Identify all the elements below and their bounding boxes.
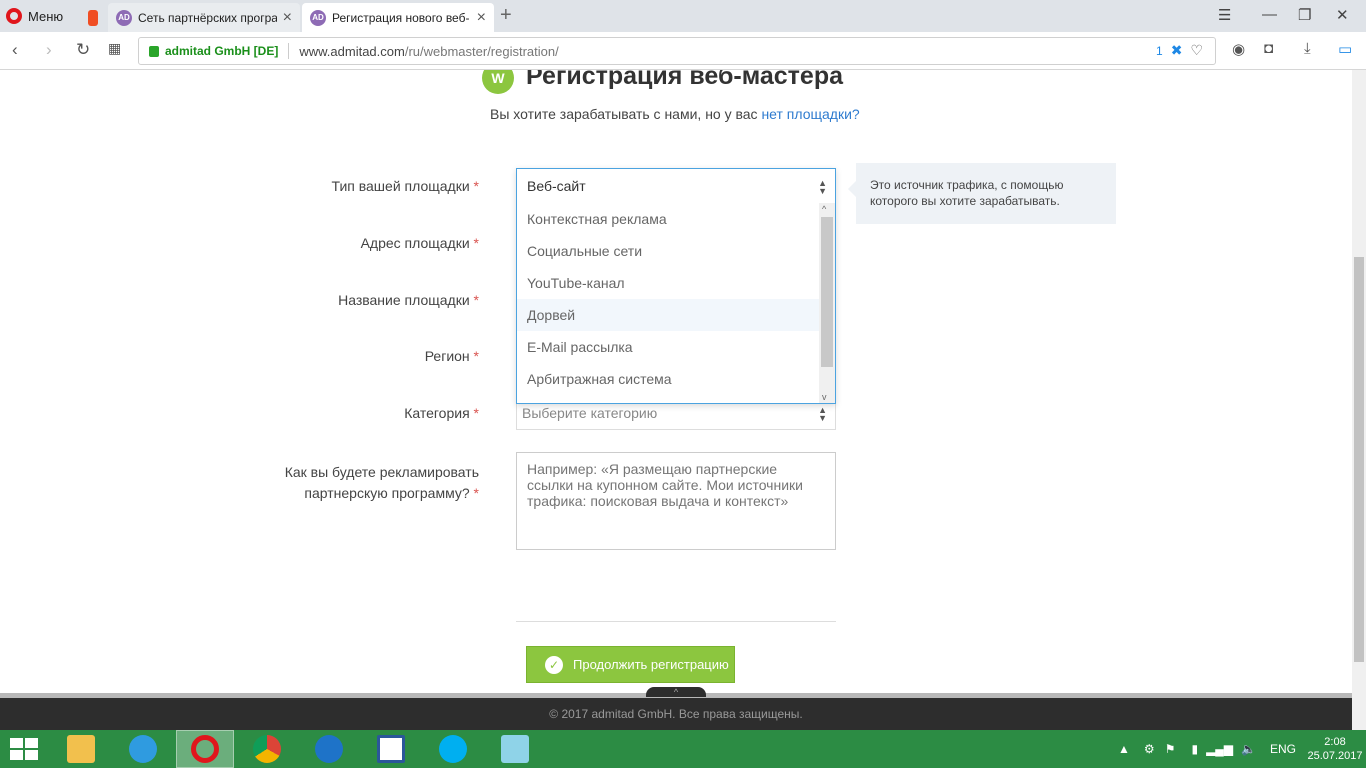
no-site-link[interactable]: нет площадки?	[761, 106, 859, 122]
network-tray-icon[interactable]: ⚙	[1144, 742, 1155, 756]
url-field[interactable]: admitad GmbH [DE] www.admitad.com/ru/web…	[138, 37, 1216, 65]
windows-taskbar: ▲ ⚙ ⚑ ▮ ▂▄▆ 🔈 ENG 2:08 25.07.2017	[0, 730, 1366, 768]
opera-taskbar-icon[interactable]	[176, 730, 234, 768]
flag-tray-icon[interactable]: ⚑	[1165, 742, 1176, 756]
page-scrollbar[interactable]	[1352, 70, 1366, 730]
speed-dial-icon[interactable]: ▦	[108, 40, 121, 57]
page-subtitle: Вы хотите зарабатывать с нами, но у вас …	[490, 106, 860, 122]
forward-button[interactable]: ›	[46, 40, 52, 60]
tab-registration[interactable]: AD Регистрация нового веб- ×	[302, 3, 494, 32]
scroll-to-top-button[interactable]: ^	[646, 687, 706, 697]
scroll-down-icon[interactable]: v	[822, 392, 827, 402]
url-text[interactable]: www.admitad.com/ru/webmaster/registratio…	[299, 44, 558, 59]
explorer-taskbar-icon[interactable]	[52, 730, 110, 768]
close-window-button[interactable]: ✕	[1336, 6, 1349, 24]
back-button[interactable]: ‹	[12, 40, 18, 60]
tab-title: Сеть партнёрских програ	[138, 10, 277, 25]
browser-tab-strip: Меню AD Сеть партнёрских програ × AD Рег…	[0, 0, 1366, 32]
site-type-option[interactable]: Арбитражная система	[517, 363, 819, 395]
site-type-option[interactable]: YouTube-канал	[517, 267, 819, 299]
label-category: Категория *	[404, 405, 479, 421]
bookmark-heart-icon[interactable]: ♡	[1190, 42, 1203, 59]
category-select[interactable]: Выберите категорию ▲ ▼	[516, 402, 836, 430]
admitad-logo-icon: W	[482, 70, 514, 94]
volume-tray-icon[interactable]: 🔈	[1241, 742, 1256, 756]
chrome-taskbar-icon[interactable]	[238, 730, 296, 768]
site-type-select[interactable]: Веб-сайт ▲ ▼ Контекстная реклама Социальн…	[516, 168, 836, 404]
adblock-icon[interactable]: ✖	[1171, 42, 1183, 59]
scroll-up-icon[interactable]: ^	[822, 204, 826, 214]
page-scroll-thumb[interactable]	[1354, 257, 1364, 662]
download-icon[interactable]: ⤓	[1304, 40, 1311, 57]
advertise-textarea[interactable]	[516, 452, 836, 550]
label-site-type: Тип вашей площадки *	[331, 178, 479, 194]
select-arrows-icon: ▲ ▼	[818, 405, 827, 423]
opera-logo-icon	[6, 8, 22, 24]
label-site-address: Адрес площадки *	[360, 235, 479, 251]
site-footer: ^ © 2017 admitad GmbH. Все права защищен…	[0, 687, 1352, 730]
page-title: Регистрация веб-мастера	[526, 70, 844, 90]
signal-tray-icon[interactable]: ▂▄▆	[1206, 742, 1233, 756]
site-type-selected[interactable]: Веб-сайт ▲ ▼	[517, 169, 835, 203]
battery-tray-icon[interactable]: ▮	[1191, 742, 1198, 756]
tab-partner-network[interactable]: AD Сеть партнёрских програ ×	[108, 3, 300, 32]
vpn-icon[interactable]: ◉	[1232, 40, 1245, 58]
skype-taskbar-icon[interactable]	[424, 730, 482, 768]
select-arrows-icon: ▲ ▼	[818, 178, 827, 196]
snapshot-icon[interactable]: ◘	[1264, 40, 1273, 57]
label-advertise: Как вы будете рекламировать партнерскую п…	[284, 464, 479, 501]
lock-icon	[149, 45, 159, 57]
close-tab-icon[interactable]: ×	[477, 9, 486, 27]
site-type-option-highlighted[interactable]: Дорвей	[517, 299, 819, 331]
tab-menu-icon[interactable]: ☰	[1218, 6, 1231, 24]
admitad-favicon-icon: AD	[310, 9, 326, 26]
language-indicator[interactable]: ENG	[1270, 742, 1296, 756]
notepad-taskbar-icon[interactable]	[486, 730, 544, 768]
tab-mail[interactable]	[80, 3, 106, 32]
maximize-button[interactable]: ❐	[1298, 6, 1311, 24]
site-type-option[interactable]: Контекстная реклама	[517, 203, 819, 235]
minimize-button[interactable]: —	[1262, 6, 1277, 23]
reload-button[interactable]: ↻	[76, 40, 90, 60]
divider	[516, 621, 836, 622]
menu-label: Меню	[28, 8, 64, 24]
admitad-favicon-icon: AD	[116, 9, 132, 26]
mail-icon	[88, 9, 98, 26]
address-bar: ‹ › ↻ ▦ admitad GmbH [DE] www.admitad.co…	[0, 32, 1366, 70]
page-content: W Регистрация веб-мастера Вы хотите зара…	[0, 70, 1352, 700]
internet-explorer-taskbar-icon[interactable]	[114, 730, 172, 768]
check-icon: ✓	[545, 655, 563, 674]
windows-start-icon[interactable]	[10, 738, 38, 760]
new-tab-button[interactable]: +	[500, 4, 512, 27]
dropdown-scroll-thumb[interactable]	[821, 217, 833, 367]
word-taskbar-icon[interactable]	[362, 730, 420, 768]
system-tray: ▲ ⚙ ⚑ ▮ ▂▄▆ 🔈 ENG 2:08 25.07.2017	[1118, 730, 1366, 768]
label-region: Регион *	[424, 348, 479, 364]
opera-menu-button[interactable]: Меню	[6, 6, 63, 26]
site-type-option[interactable]: Социальные сети	[517, 235, 819, 267]
label-site-name: Название площадки *	[338, 292, 479, 308]
weather-app-taskbar-icon[interactable]	[300, 730, 358, 768]
close-tab-icon[interactable]: ×	[283, 9, 292, 27]
continue-registration-button[interactable]: ✓ Продолжить регистрацию	[526, 646, 735, 683]
dropdown-scrollbar[interactable]: ^ v	[819, 203, 835, 403]
battery-saver-icon[interactable]: ▭	[1338, 40, 1352, 58]
adblock-count: 1	[1156, 43, 1163, 58]
clock[interactable]: 2:08 25.07.2017	[1304, 735, 1366, 763]
site-type-hint: Это источник трафика, с помощью которого…	[848, 163, 1116, 224]
copyright-text: © 2017 admitad GmbH. Все права защищены.	[549, 706, 803, 721]
tray-expand-icon[interactable]: ▲	[1118, 742, 1130, 756]
tab-title: Регистрация нового веб-	[332, 10, 470, 25]
site-identity[interactable]: admitad GmbH [DE]	[165, 44, 278, 58]
site-type-option[interactable]: E-Mail рассылка	[517, 331, 819, 363]
